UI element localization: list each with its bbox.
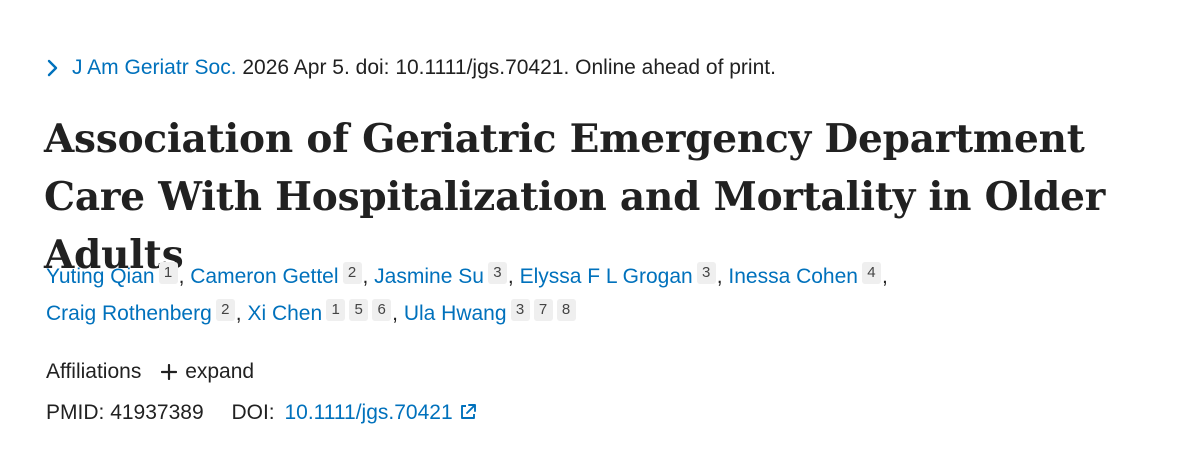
author-separator: , (362, 265, 375, 288)
journal-link[interactable]: J Am Geriatr Soc. (72, 56, 237, 79)
author-separator: , (235, 302, 248, 325)
affiliation-number-badge[interactable]: 8 (556, 299, 576, 321)
affiliation-number-badge[interactable]: 3 (487, 262, 507, 284)
author-name-link[interactable]: Elyssa F L Grogan (520, 265, 693, 288)
author-name-link[interactable]: Cameron Gettel (190, 265, 338, 288)
citation-details: 2026 Apr 5. doi: 10.1111/jgs.70421. Onli… (236, 56, 776, 79)
author-name-link[interactable]: Inessa Cohen (728, 265, 858, 288)
doi-label: DOI: (231, 401, 275, 424)
author-name-link[interactable]: Craig Rothenberg (46, 302, 212, 325)
affiliations-row: Affiliations expand (46, 356, 254, 387)
expand-affiliations-button[interactable]: expand (185, 360, 254, 383)
affiliations-label: Affiliations (46, 360, 142, 383)
author-separator: , (881, 265, 888, 288)
author-name-link[interactable]: Xi Chen (247, 302, 322, 325)
pmid-label: PMID: (46, 401, 105, 424)
author-separator: , (716, 265, 729, 288)
affiliation-number-badge[interactable]: 6 (372, 299, 392, 321)
affiliation-number-badge[interactable]: 7 (533, 299, 553, 321)
author-name-link[interactable]: Jasmine Su (374, 265, 484, 288)
affiliation-number-badge[interactable]: 1 (158, 262, 178, 284)
affiliation-number-badge[interactable]: 2 (215, 299, 235, 321)
author-separator: , (178, 265, 191, 288)
author-name-link[interactable]: Yuting Qian (46, 265, 155, 288)
author-item: Elyssa F L Grogan 3, (520, 262, 729, 288)
author-list: Yuting Qian 1, Cameron Gettel 2, Jasmine S… (46, 258, 1166, 332)
author-item: Craig Rothenberg 2, (46, 299, 248, 325)
plus-icon[interactable] (161, 356, 178, 386)
affiliation-number-badge[interactable]: 3 (696, 262, 716, 284)
author-separator: , (392, 302, 404, 325)
author-item: Xi Chen 1 5 6, (247, 299, 404, 325)
citation-line: J Am Geriatr Soc. 2026 Apr 5. doi: 10.11… (46, 54, 776, 82)
pmid-value: 41937389 (110, 401, 204, 424)
chevron-right-icon[interactable] (46, 59, 66, 77)
author-item: Cameron Gettel 2, (190, 262, 375, 288)
affiliation-number-badge[interactable]: 4 (861, 262, 881, 284)
author-line: Yuting Qian 1, Cameron Gettel 2, Jasmine S… (46, 258, 1166, 295)
doi-link[interactable]: 10.1111/jgs.70421 (284, 401, 452, 424)
author-name-link[interactable]: Ula Hwang (404, 302, 507, 325)
author-separator: , (507, 265, 520, 288)
author-line: Craig Rothenberg 2, Xi Chen 1 5 6, Ula Hwang… (46, 295, 1166, 332)
author-item: Inessa Cohen 4, (728, 262, 888, 288)
external-link-icon[interactable] (459, 400, 477, 430)
article-header: J Am Geriatr Soc. 2026 Apr 5. doi: 10.11… (0, 0, 1200, 459)
author-item: Yuting Qian 1, (46, 262, 191, 288)
affiliation-number-badge[interactable]: 5 (349, 299, 369, 321)
affiliation-number-badge[interactable]: 3 (510, 299, 530, 321)
author-item: Ula Hwang 3 7 8 (404, 299, 577, 325)
affiliation-number-badge[interactable]: 2 (342, 262, 362, 284)
identifiers-row: PMID: 41937389 DOI: 10.1111/jgs.70421 (46, 398, 477, 430)
affiliation-number-badge[interactable]: 1 (326, 299, 346, 321)
author-item: Jasmine Su 3, (374, 262, 520, 288)
